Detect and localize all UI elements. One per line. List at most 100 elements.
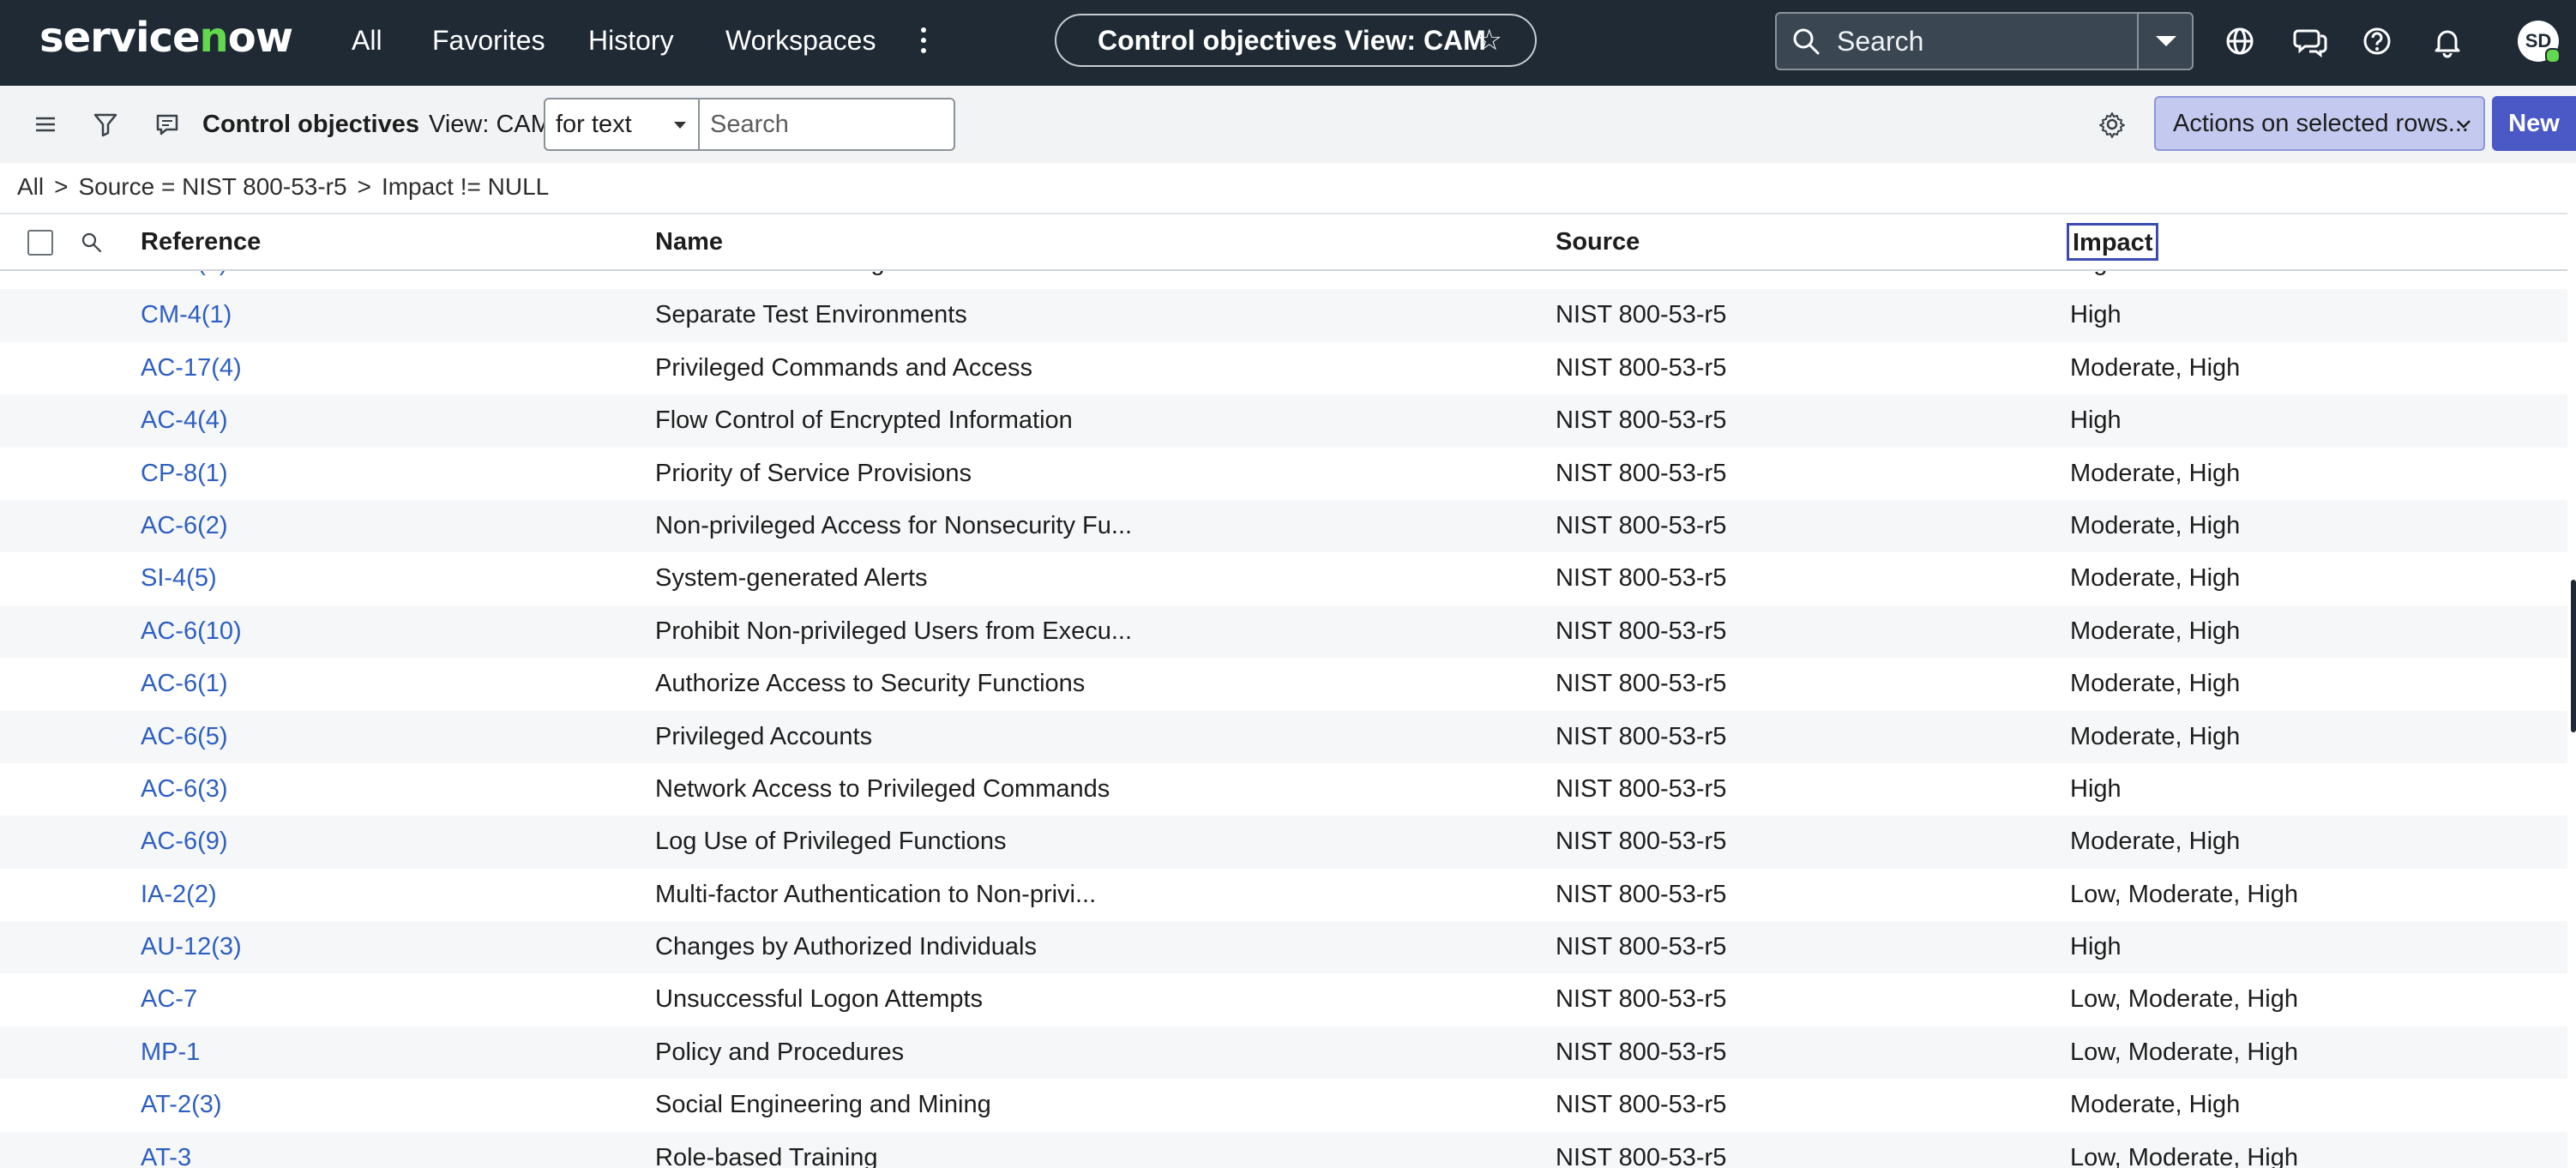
page-title-pill[interactable]: Control objectives View: CAM ☆: [1055, 14, 1537, 67]
actions-label: Actions on selected rows...: [2173, 110, 2469, 137]
table-row[interactable]: AC-7 Unsuccessful Logon Attempts NIST 800-…: [0, 973, 2567, 1026]
impact-cell: High: [2070, 301, 2122, 329]
impact-cell: Moderate, High: [2070, 353, 2241, 382]
new-button[interactable]: New: [2492, 96, 2576, 151]
global-search: Search: [1775, 12, 2194, 70]
help-icon[interactable]: [2358, 22, 2396, 60]
source-cell: NIST 800-53-r5: [1556, 511, 1727, 539]
name-cell: Policy and Procedures: [655, 1038, 905, 1066]
breadcrumb-all[interactable]: All: [17, 173, 44, 200]
name-cell: Flow Control of Encrypted Information: [655, 406, 1073, 435]
source-cell: NIST 800-53-r5: [1556, 1091, 1727, 1119]
select-all-checkbox[interactable]: [27, 230, 53, 256]
reference-link[interactable]: AC-4(4): [141, 394, 228, 447]
impact-cell: Moderate, High: [2070, 564, 2241, 593]
name-cell: Changes by Authorized Individuals: [655, 933, 1037, 961]
table-row[interactable]: AU-12(3) Changes by Authorized Individual…: [0, 921, 2567, 974]
breadcrumb-impact-filter[interactable]: Impact != NULL: [382, 173, 549, 200]
reference-link[interactable]: IA-2(2): [141, 869, 217, 921]
hamburger-icon[interactable]: [31, 110, 60, 139]
filter-icon[interactable]: [91, 110, 120, 139]
control-objectives-table: Reference Name Source Impact CP-4(2)Alte…: [0, 213, 2567, 1168]
search-field-select[interactable]: for text: [544, 98, 700, 151]
table-row[interactable]: AC-6(10) Prohibit Non-privileged Users fr…: [0, 605, 2567, 659]
impact-cell: High: [2070, 933, 2122, 961]
source-cell: NIST 800-53-r5: [1556, 406, 1727, 435]
reference-link[interactable]: AC-7: [141, 973, 197, 1026]
table-row[interactable]: AC-6(3) Network Access to Privileged Comm…: [0, 763, 2567, 816]
list-title[interactable]: Control objectives: [202, 105, 419, 144]
reference-link[interactable]: AT-2(3): [141, 1079, 222, 1131]
table-row[interactable]: IA-2(2) Multi-factor Authentication to No…: [0, 869, 2567, 921]
table-row[interactable]: AT-2(3) Social Engineering and Mining NIST…: [0, 1079, 2567, 1131]
vertical-scrollbar[interactable]: [2571, 580, 2576, 732]
table-row[interactable]: CM-4(1) Separate Test Environments NIST 80…: [0, 289, 2567, 342]
reference-link[interactable]: AT-3: [141, 1132, 191, 1168]
list-search-input[interactable]: [700, 98, 955, 151]
breadcrumb-separator: >: [54, 173, 69, 200]
more-menu-icon[interactable]: [911, 19, 936, 62]
table-row[interactable]: AC-4(4) Flow Control of Encrypted Informa…: [0, 394, 2567, 448]
bell-icon[interactable]: [2429, 22, 2466, 60]
servicenow-logo[interactable]: servicenow: [39, 12, 293, 63]
actions-on-selected-rows-select[interactable]: Actions on selected rows...: [2154, 96, 2485, 151]
source-cell: NIST 800-53-r5: [1556, 564, 1727, 593]
source-cell: NIST 800-53-r5: [1556, 722, 1727, 750]
source-cell: NIST 800-53-r5: [1556, 1143, 1727, 1168]
name-cell: Unsuccessful Logon Attempts: [655, 985, 984, 1014]
table-row[interactable]: AC-6(5) Privileged Accounts NIST 800-53-r5…: [0, 710, 2567, 763]
impact-cell: Low, Moderate, High: [2070, 985, 2298, 1014]
name-cell: Multi-factor Authentication to Non-privi…: [655, 880, 1097, 908]
impact-cell: Moderate, High: [2070, 617, 2241, 645]
source-cell: NIST 800-53-r5: [1556, 1038, 1727, 1066]
breadcrumb-separator: >: [357, 173, 371, 200]
name-cell: Log Use of Privileged Functions: [655, 828, 1007, 856]
table-row[interactable]: AC-6(1) Authorize Access to Security Func…: [0, 658, 2567, 710]
nav-history[interactable]: History: [588, 21, 674, 60]
source-cell: NIST 800-53-r5: [1556, 933, 1727, 961]
reference-link[interactable]: AC-6(1): [141, 658, 228, 710]
reference-link[interactable]: AC-6(9): [141, 816, 228, 868]
reference-link[interactable]: CM-4(1): [141, 289, 232, 341]
table-row[interactable]: AT-3 Role-based Training NIST 800-53-r5 Low…: [0, 1131, 2567, 1168]
impact-cell: High: [2070, 774, 2122, 803]
table-row[interactable]: AC-6(9) Log Use of Privileged Functions NI…: [0, 816, 2567, 869]
column-search-icon[interactable]: [79, 230, 105, 256]
reference-link[interactable]: AC-17(4): [141, 342, 242, 394]
source-cell: NIST 800-53-r5: [1556, 774, 1727, 803]
gear-icon[interactable]: [2098, 110, 2127, 139]
column-header-impact[interactable]: Impact: [2067, 223, 2159, 261]
reference-link[interactable]: AU-12(3): [141, 921, 242, 973]
globe-icon[interactable]: [2221, 22, 2259, 60]
reference-link[interactable]: AC-6(3): [141, 763, 228, 816]
reference-link[interactable]: AC-6(5): [141, 711, 228, 763]
reference-link[interactable]: MP-1: [141, 1027, 200, 1079]
favorite-star-icon[interactable]: ☆: [1477, 15, 1502, 65]
impact-cell: Moderate, High: [2070, 828, 2241, 856]
nav-all[interactable]: All: [352, 21, 382, 60]
table-row[interactable]: CP-8(1) Priority of Service Provisions NIS…: [0, 448, 2567, 500]
column-header-reference[interactable]: Reference: [141, 214, 261, 269]
table-row[interactable]: SI-4(5) System-generated Alerts NIST 800-5…: [0, 552, 2567, 605]
nav-workspaces[interactable]: Workspaces: [725, 21, 876, 60]
chat-icon[interactable]: [2291, 22, 2329, 60]
reference-link[interactable]: AC-6(10): [141, 605, 242, 658]
table-row[interactable]: AC-17(4) Privileged Commands and Access NI…: [0, 342, 2567, 394]
column-header-source[interactable]: Source: [1556, 214, 1640, 269]
reference-link[interactable]: SI-4(5): [141, 552, 217, 605]
column-header-name[interactable]: Name: [655, 214, 723, 269]
nav-favorites[interactable]: Favorites: [432, 21, 545, 60]
reference-link[interactable]: AC-6(2): [141, 500, 228, 552]
user-avatar[interactable]: SD: [2518, 21, 2561, 63]
impact-cell: Moderate, High: [2070, 511, 2241, 539]
breadcrumb-source-filter[interactable]: Source = NIST 800-53-r5: [78, 173, 346, 200]
name-cell: Separate Test Environments: [655, 301, 967, 329]
table-row[interactable]: MP-1 Policy and Procedures NIST 800-53-r5 L…: [0, 1026, 2567, 1080]
global-search-input[interactable]: Search: [1777, 14, 2137, 69]
source-cell: NIST 800-53-r5: [1556, 670, 1727, 698]
table-row[interactable]: AC-6(2) Non-privileged Access for Nonsecu…: [0, 499, 2567, 553]
reference-link[interactable]: CP-8(1): [141, 448, 228, 500]
comment-icon[interactable]: [153, 110, 182, 139]
search-icon: [1793, 28, 1820, 55]
search-scope-dropdown[interactable]: [2137, 14, 2192, 69]
